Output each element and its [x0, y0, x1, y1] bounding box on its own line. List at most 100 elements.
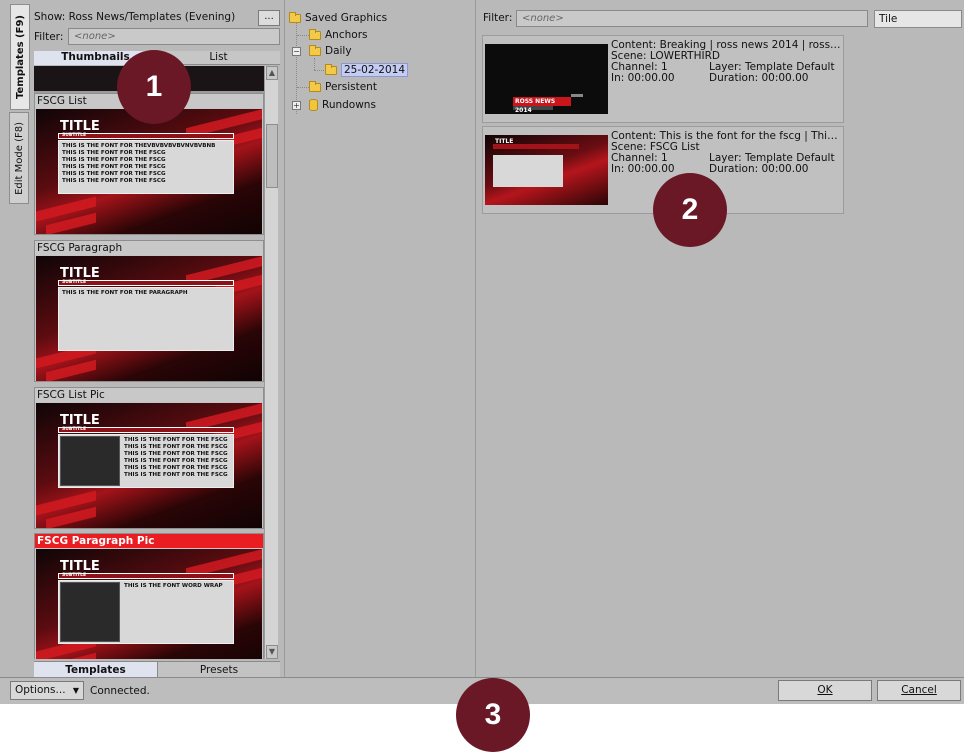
thumbnail-text-line: THIS IS THE FONT FOR THE FSCG — [124, 458, 228, 464]
scrollbar-thumb[interactable] — [266, 124, 278, 188]
thumbnail-text-line: THIS IS THE FONT FOR THE PARAGRAPH — [62, 290, 188, 296]
thumbnail-title: ROSS NEWS 2014 — [515, 98, 556, 114]
bottom-tabs: Templates Presets — [34, 661, 280, 678]
thumbnail-text-lines: THIS IS THE FONT WORD WRAP — [124, 583, 223, 590]
scroll-down-arrow[interactable]: ▼ — [266, 645, 278, 659]
thumbnail-text-lines: THIS IS THE FONT FOR THEVBVBVBVBVNVBVBNB… — [62, 143, 215, 185]
thumbnail-text-line: THIS IS THE FONT FOR THE FSCG — [62, 164, 166, 170]
saved-filter-input[interactable]: <none> — [516, 10, 868, 27]
callout-2: 2 — [653, 173, 727, 247]
thumbnail-scrollbar[interactable]: ▲ ▼ — [264, 66, 278, 659]
thumbnail-subtitle: SUBTITLE — [62, 573, 87, 578]
tab-edit-mode[interactable]: Edit Mode (F8) — [9, 112, 29, 204]
cancel-button[interactable]: Cancel — [877, 680, 961, 701]
template-card[interactable]: FSCG Paragraph TITLE SUBTITLE THIS IS THE F… — [34, 240, 264, 382]
tree-node-label: Rundowns — [322, 99, 376, 111]
tree-node-saved-graphics[interactable]: Saved Graphics — [289, 10, 387, 26]
template-name: FSCG Paragraph Pic — [35, 534, 263, 548]
thumbnail-subtitle: SUBTITLE — [62, 427, 87, 432]
chevron-down-icon: ▼ — [72, 686, 80, 695]
filter-row: Filter: <none> — [34, 28, 280, 46]
callout-1: 1 — [117, 50, 191, 124]
tree-line — [297, 35, 309, 36]
thumbnail-text-line: THIS IS THE FONT FOR THE FSCG — [62, 171, 166, 177]
saved-item-tile[interactable]: ROSS NEWS 2014 Content: Breaking | ross n… — [482, 35, 844, 123]
folder-icon — [325, 63, 337, 75]
thumbnail-title: TITLE — [60, 119, 100, 134]
template-name: FSCG List Pic — [35, 388, 263, 402]
thumbnail-text-line: THIS IS THE FONT FOR THE FSCG — [62, 178, 166, 184]
tree-line — [297, 87, 309, 88]
tree-line — [296, 18, 297, 114]
scroll-up-arrow[interactable]: ▲ — [266, 66, 278, 80]
thumbnail-text-line: THIS IS THE FONT FOR THE FSCG — [124, 437, 228, 443]
thumbnail-text-line: THIS IS THE FONT FOR THEVBVBVBVBVNVBVBNB — [62, 143, 216, 149]
template-card[interactable]: FSCG List Pic TITLE SUBTITLE THIS IS THE FO… — [34, 387, 264, 529]
tree-node-rundowns[interactable]: Rundowns — [309, 97, 376, 113]
thumbnail-text-line: THIS IS THE FONT FOR THE FSCG — [62, 157, 166, 163]
item-layer: Layer: Template Default — [709, 62, 835, 73]
thumbnail-text-line: THIS IS THE FONT FOR THE FSCG — [124, 444, 228, 450]
expand-icon[interactable]: + — [292, 101, 301, 110]
item-duration: Duration: 00:00.00 — [709, 164, 809, 175]
tree-line — [314, 58, 315, 70]
thumbnail-text-line: THIS IS THE FONT FOR THE FSCG — [62, 150, 166, 156]
tab-templates-list[interactable]: Templates — [34, 662, 157, 678]
filter-label: Filter: — [34, 31, 64, 43]
vertical-tab-strip: Templates (F9) Edit Mode (F8) — [0, 0, 32, 677]
show-row: Show: Ross News/Templates (Evening) ... — [34, 8, 280, 26]
thumbnail-text-lines: THIS IS THE FONT FOR THE PARAGRAPH — [62, 290, 188, 297]
template-card[interactable]: FSCG Paragraph Pic TITLE SUBTITLE THIS IS T… — [34, 533, 264, 659]
callout-3: 3 — [456, 678, 530, 752]
template-filter-input[interactable]: <none> — [68, 28, 280, 45]
thumbnail-text-line: THIS IS THE FONT FOR THE FSCG — [124, 451, 228, 457]
view-mode-select[interactable]: Tile — [874, 10, 962, 28]
tree-node-label: Daily — [325, 45, 352, 57]
tree-line — [314, 70, 324, 71]
saved-items-panel: Filter: <none> Tile ROSS NEWS 2014 Conten… — [478, 0, 964, 677]
thumbnail-title: TITLE — [60, 266, 100, 281]
database-icon — [309, 99, 318, 111]
cancel-label: Cancel — [901, 684, 937, 696]
tree-node-daily[interactable]: Daily — [309, 43, 352, 59]
template-thumbnail: TITLE SUBTITLE THIS IS THE FONT FOR THEVBV… — [36, 109, 262, 234]
item-content: Content: This is the font for the fscg |… — [611, 131, 843, 142]
connection-status: Connected. — [90, 685, 150, 697]
thumbnail-text-line: THIS IS THE FONT WORD WRAP — [124, 583, 223, 589]
open-folder-icon — [309, 44, 321, 56]
template-thumbnail: TITLE SUBTITLE THIS IS THE FONT FOR THE PA… — [36, 256, 262, 381]
item-scene: Scene: FSCG List — [611, 142, 700, 153]
show-label: Show: Ross News/Templates (Evening) — [34, 11, 236, 23]
options-label: Options... — [15, 684, 66, 696]
item-layer: Layer: Template Default — [709, 153, 835, 164]
folder-icon — [309, 28, 321, 40]
ok-label: OK — [817, 684, 833, 696]
filter-label: Filter: — [483, 12, 513, 24]
folder-icon — [309, 80, 321, 92]
template-thumbnail: TITLE SUBTITLE THIS IS THE FONT WORD WRAP — [36, 549, 262, 659]
template-thumbnail-list[interactable]: FSCG List TITLE SUBTITLE THIS IS THE FONT F… — [34, 66, 264, 659]
tree-node-anchors[interactable]: Anchors — [309, 27, 367, 43]
tab-templates[interactable]: Templates (F9) — [10, 4, 30, 110]
ok-button[interactable]: OK — [778, 680, 872, 701]
browse-button[interactable]: ... — [258, 10, 280, 26]
saved-item-details: Content: Breaking | ross news 2014 | ros… — [611, 40, 843, 84]
tree-node-label: 25-02-2014 — [341, 63, 409, 77]
tree-node-persistent[interactable]: Persistent — [309, 79, 377, 95]
thumbnail-text-line: THIS IS THE FONT FOR THE FSCG — [124, 465, 228, 471]
folder-icon — [289, 11, 301, 23]
item-content: Content: Breaking | ross news 2014 | ros… — [611, 40, 843, 51]
tree-node-label: Saved Graphics — [305, 12, 388, 24]
thumbnail-title: TITLE — [495, 138, 514, 145]
item-scene: Scene: LOWERTHIRD — [611, 51, 720, 62]
thumbnail-subtitle: SUBTITLE — [62, 280, 87, 285]
thumbnail-text-line: THIS IS THE FONT FOR THE FSCG — [124, 472, 228, 478]
saved-graphics-tree: Saved Graphics Anchors − Daily 25-02-201… — [284, 0, 476, 677]
tab-presets[interactable]: Presets — [157, 662, 280, 678]
thumbnail-title: TITLE — [60, 559, 100, 574]
thumbnail-title: TITLE — [60, 413, 100, 428]
options-button[interactable]: Options... ▼ — [10, 681, 84, 700]
collapse-icon[interactable]: − — [292, 47, 301, 56]
saved-item-thumbnail: ROSS NEWS 2014 — [485, 44, 608, 114]
tree-node-date[interactable]: 25-02-2014 — [325, 62, 409, 78]
